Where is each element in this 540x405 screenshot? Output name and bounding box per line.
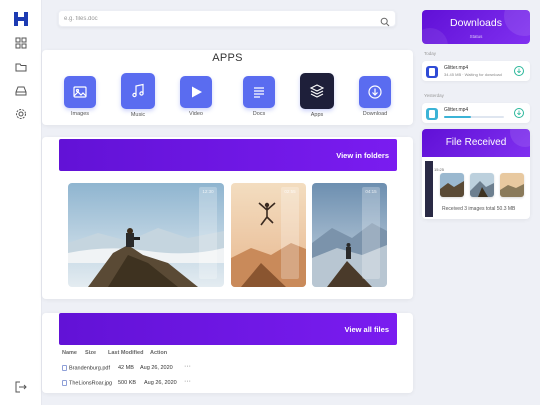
- music-icon: [121, 73, 155, 109]
- received-thumbnail[interactable]: [470, 173, 494, 197]
- app-video[interactable]: Video: [179, 76, 213, 117]
- drive-icon[interactable]: [15, 85, 27, 97]
- section-today: Today: [424, 51, 437, 56]
- col-action: Action: [150, 350, 168, 356]
- video-overlay: [362, 187, 380, 279]
- received-thumbnail[interactable]: [500, 173, 524, 197]
- download-item[interactable]: Glitter.mp4 34.45 MB · Waiting for downl…: [422, 61, 530, 81]
- more-icon[interactable]: ···: [184, 363, 191, 370]
- duration-label: 02:55: [284, 189, 296, 194]
- app-label: Video: [189, 111, 203, 117]
- photos-card: View in folders 12:30 02:55 04:15: [42, 137, 413, 299]
- download-action-icon[interactable]: [514, 108, 524, 118]
- download-name: Glitter.mp4: [444, 65, 469, 71]
- duration-label: 04:15: [365, 189, 377, 194]
- image-icon: [64, 76, 96, 108]
- col-size[interactable]: Size: [85, 350, 96, 356]
- app-label: Apps: [310, 112, 324, 118]
- sender-avatar: [425, 161, 433, 217]
- download-item[interactable]: Glitter.mp4: [422, 103, 530, 123]
- file-received-header: File Received: [422, 129, 530, 157]
- search-bar: [58, 10, 396, 27]
- download-name: Glitter.mp4: [444, 107, 469, 113]
- file-received-card: File Received 15:25 Received 3 images to…: [422, 129, 530, 219]
- more-icon[interactable]: ···: [184, 378, 191, 385]
- download-meta: 34.45 MB · Waiting for download: [444, 72, 502, 77]
- app-download[interactable]: Download: [358, 76, 392, 117]
- duration-label: 12:30: [202, 189, 214, 194]
- downloads-title: Downloads: [450, 17, 502, 29]
- downloads-header: Downloads Status: [422, 10, 530, 44]
- grid-icon[interactable]: [15, 37, 27, 49]
- view-all-files-button[interactable]: View all files: [345, 325, 389, 334]
- folder-icon[interactable]: [15, 61, 27, 73]
- settings-icon[interactable]: [15, 108, 27, 120]
- doc-icon: [243, 76, 275, 108]
- file-received-title: File Received: [445, 137, 507, 148]
- app-label: Download: [362, 111, 388, 117]
- logo-icon[interactable]: [14, 12, 28, 26]
- apps-title: APPS: [212, 52, 243, 64]
- search-input[interactable]: [64, 12, 364, 25]
- file-size: 500 KB: [118, 380, 137, 386]
- file-name: TheLionsRoar.jpg: [69, 380, 113, 387]
- app-apps[interactable]: Apps: [300, 73, 334, 118]
- file-icon: [62, 380, 67, 386]
- recent-files-card: View all files Name Size Last Modified A…: [42, 313, 413, 393]
- video-overlay: [199, 187, 217, 279]
- view-in-folders-button[interactable]: View in folders: [336, 151, 389, 160]
- app-docs[interactable]: Docs: [242, 76, 276, 117]
- app-label: Music: [130, 112, 146, 118]
- sidebar: [0, 0, 42, 405]
- recent-banner: View all files: [59, 313, 397, 345]
- file-icon: [426, 108, 438, 120]
- download-progress: [444, 116, 504, 118]
- file-modified: Aug 26, 2020: [144, 380, 177, 386]
- file-name: Brandenburg.pdf: [69, 365, 110, 372]
- file-icon: [62, 365, 67, 371]
- app-images[interactable]: Images: [63, 76, 97, 117]
- video-overlay: [281, 187, 299, 279]
- apps-card: APPS Images Music Video Docs Apps Downlo: [42, 50, 413, 125]
- app-label: Images: [70, 111, 90, 117]
- logout-icon[interactable]: [15, 380, 27, 393]
- section-yesterday: Yesterday: [424, 93, 444, 98]
- file-icon: [426, 66, 438, 78]
- received-time: 15:25: [434, 167, 445, 172]
- file-size: 42 MB: [118, 365, 134, 371]
- received-thumbnail[interactable]: [440, 173, 464, 197]
- download-action-icon[interactable]: [514, 66, 524, 76]
- download-icon: [359, 76, 391, 108]
- right-panel: Downloads Status Today Glitter.mp4 34.45…: [422, 0, 540, 405]
- received-message: Received 3 images total 50.3 MB: [442, 206, 516, 212]
- col-name[interactable]: Name: [62, 350, 77, 356]
- photos-banner: View in folders: [59, 139, 397, 171]
- photo-jump[interactable]: 02:55: [231, 183, 306, 287]
- app-music[interactable]: Music: [121, 73, 155, 118]
- search-icon[interactable]: [380, 14, 390, 27]
- file-modified: Aug 26, 2020: [140, 365, 173, 371]
- col-last-modified[interactable]: Last Modified: [108, 350, 143, 356]
- photo-mountain-camera[interactable]: 12:30: [68, 183, 224, 287]
- layers-icon: [300, 73, 334, 109]
- photo-hiker[interactable]: 04:15: [312, 183, 387, 287]
- app-label: Docs: [252, 111, 266, 117]
- downloads-subtitle: Status: [469, 34, 483, 39]
- play-icon: [180, 76, 212, 108]
